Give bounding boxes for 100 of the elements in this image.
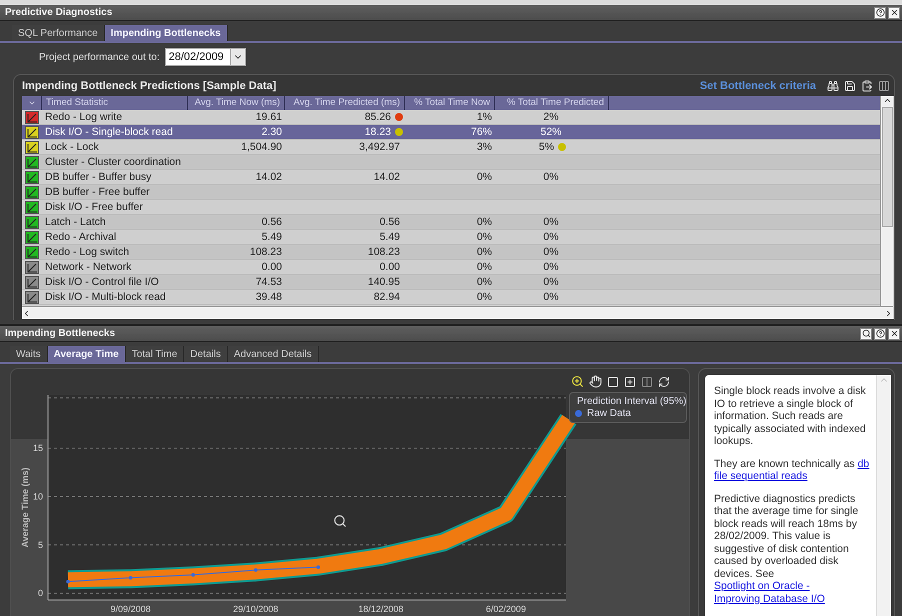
table-cell-text: Lock - Lock	[44, 140, 100, 154]
table-cell-text: 1,504.90	[240, 140, 283, 154]
data-point	[66, 580, 70, 584]
table-cell-text: 76%	[470, 126, 493, 138]
legend-label: Prediction Interval (95%)	[577, 396, 686, 407]
tick-label: 29/10/2008	[233, 604, 278, 614]
data-point	[254, 568, 258, 572]
horizontal-scrollbar[interactable]	[22, 306, 893, 319]
criteria-link[interactable]: Set Bottleneck criteria	[700, 80, 816, 92]
table-cell-text: Disk I/O - Multi-block read	[44, 290, 167, 304]
table-row[interactable]: Redo - Log switch 108.23 108.23 0% 0%	[22, 245, 880, 260]
help-icon[interactable]	[874, 328, 886, 340]
link[interactable]: file sequential reads	[714, 470, 808, 482]
table-cell-text: 18.23	[364, 126, 392, 138]
grid-title: Impending Bottleneck Predictions [Sample Data]	[22, 80, 276, 92]
table-cell-text: 0.00	[260, 260, 283, 274]
columns-icon[interactable]	[641, 376, 653, 388]
info-paragraph: Single block reads involve a disk IO to retrieve a single block of information. Such reads are typically associated with indexed lookups.	[714, 385, 867, 448]
vertical-scrollbar[interactable]	[880, 96, 893, 306]
table-cell-text: 14.02	[254, 170, 283, 184]
hand-icon[interactable]	[589, 375, 602, 388]
table-cell-text: Disk I/O - Single-block read	[44, 126, 174, 138]
zoom-icon[interactable]	[860, 328, 872, 340]
tick-label: 15	[32, 443, 43, 454]
link[interactable]: db	[858, 458, 870, 470]
table-row[interactable]: DB buffer - Free buffer	[22, 185, 880, 200]
table-cell-text: Redo - Archival	[44, 230, 118, 244]
table-cell-text: 39.48	[254, 290, 283, 304]
date-field[interactable]: 28/02/2009	[164, 48, 246, 66]
data-point	[191, 573, 195, 577]
add-window-icon[interactable]	[624, 376, 636, 388]
table-cell-text: 0%	[476, 216, 493, 228]
scroll-right-icon[interactable]	[884, 308, 893, 318]
tab[interactable]: Average Time	[48, 346, 126, 362]
help-icon[interactable]	[874, 6, 886, 18]
table-cell-text: 0%	[476, 246, 493, 258]
data-point	[128, 576, 132, 580]
table-cell-text: Latch - Latch	[44, 216, 107, 228]
table-row[interactable]: Cluster - Cluster coordination	[22, 155, 880, 170]
table-row[interactable]: Lock - Lock 1,504.90 3,492.97 3% 5%	[22, 140, 880, 155]
data-point	[316, 565, 320, 569]
dropdown-button[interactable]	[230, 49, 245, 65]
table-cell-text: 85.26	[364, 110, 392, 124]
table-cell-text: 0%	[542, 216, 560, 228]
field-label: Project performance out to:	[39, 52, 160, 62]
close-icon[interactable]	[888, 6, 900, 18]
table-cell-text: 0%	[476, 276, 493, 288]
table-cell-text: 74.53	[254, 276, 283, 288]
close-icon[interactable]	[888, 328, 900, 340]
window-icon[interactable]	[607, 376, 619, 388]
table-cell-text: 0.00	[378, 260, 401, 274]
table-cell-text: DB buffer - Buffer busy	[44, 170, 152, 184]
table-cell-text: 5.49	[260, 230, 283, 244]
link[interactable]: Spotlight on Oracle -	[714, 580, 810, 592]
table-cell-text: Redo - Log switch	[44, 246, 130, 258]
table-row[interactable]: Network - Network 0.00 0.00 0% 0%	[22, 260, 880, 275]
table-cell-text: 5.49	[378, 230, 401, 244]
table-cell-text: 0%	[476, 260, 493, 274]
table-row[interactable]: Latch - Latch 0.56 0.56 0% 0%	[22, 215, 880, 230]
table-row[interactable]: Disk I/O - Single-block read 2.30 18.23 76% 52%	[22, 125, 880, 140]
tick-label: 9/09/2008	[110, 604, 151, 614]
tick-label: 6/02/2009	[486, 604, 526, 614]
link[interactable]: Improving Database I/O	[714, 592, 825, 604]
panel-title: Predictive Diagnostics	[5, 7, 112, 18]
table-row[interactable]: Disk I/O - Free buffer	[22, 200, 880, 215]
table-cell-text: Network - Network	[44, 260, 132, 274]
table-cell-text: 0%	[542, 260, 560, 274]
tick-label: 0	[38, 588, 43, 598]
tab[interactable]: Impending Bottlenecks	[104, 25, 228, 41]
table-cell-text: 0.56	[378, 216, 401, 228]
table-cell-text: 19.61	[254, 110, 283, 124]
table-cell-text: 1%	[476, 110, 493, 124]
table-row[interactable]: Redo - Archival 5.49 5.49 0% 0%	[22, 230, 880, 245]
table-cell-text: 82.94	[372, 290, 401, 304]
clipboard-icon[interactable]	[861, 80, 873, 92]
zoom-icon[interactable]	[571, 375, 584, 388]
table-row[interactable]: Disk I/O - Control file I/O 74.53 140.95 0% 0%	[22, 275, 880, 290]
table-row[interactable]: DB buffer - Buffer busy 14.02 14.02 0% 0%	[22, 170, 880, 185]
table-cell-text: 0%	[476, 170, 493, 184]
table-row[interactable]: Disk I/O - Multi-block read 39.48 82.94 0% 0%	[22, 290, 880, 305]
table-cell-text: DB buffer - Free buffer	[44, 186, 151, 198]
save-icon[interactable]	[844, 80, 856, 92]
tick-label: 5	[38, 540, 43, 550]
table-cell-text: Disk I/O - Free buffer	[44, 200, 144, 214]
table-cell-text: 108.23	[366, 246, 401, 258]
table-cell-text: 14.02	[372, 170, 401, 184]
table-cell-text: 0%	[542, 246, 560, 258]
columns-icon[interactable]	[878, 80, 890, 92]
table-cell-text: 140.95	[366, 276, 401, 288]
table-cell-text: 2.30	[260, 126, 283, 138]
table-row[interactable]: Redo - Log write 19.61 85.26 1% 2%	[22, 110, 880, 125]
table-cell-text: 2%	[542, 110, 560, 124]
axis-title: Average Time (ms)	[20, 467, 30, 548]
scroll-up-icon[interactable]	[882, 96, 892, 105]
legend-label: Raw Data	[587, 408, 631, 419]
table-cell-text: 0.56	[260, 216, 283, 228]
table-cell-text: 0%	[542, 230, 560, 244]
refresh-icon[interactable]	[658, 376, 670, 388]
find-icon[interactable]	[827, 80, 839, 92]
scroll-left-icon[interactable]	[22, 308, 31, 318]
